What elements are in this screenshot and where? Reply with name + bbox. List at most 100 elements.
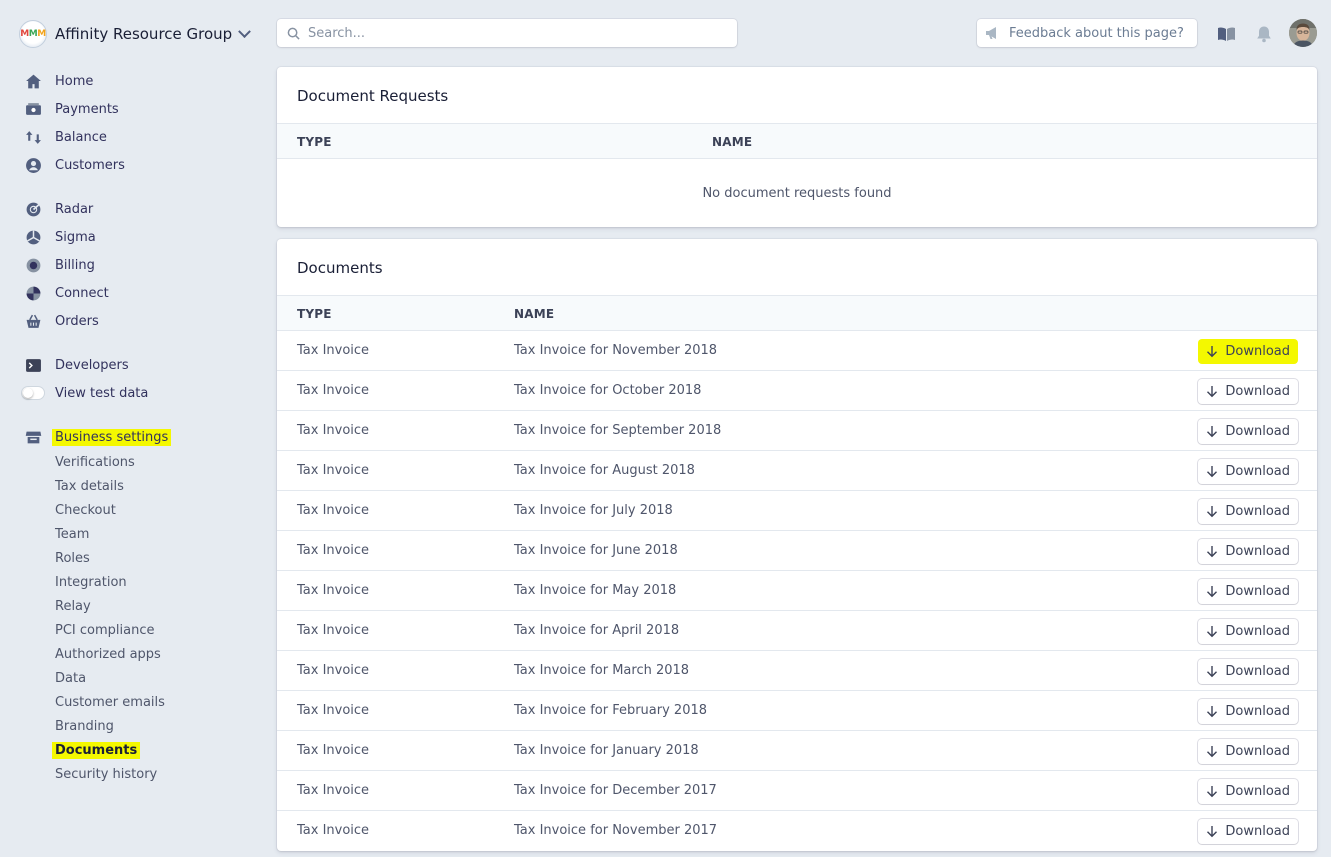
settings-security-history[interactable]: Security history	[55, 765, 157, 785]
download-label: Download	[1225, 424, 1290, 439]
table-row: Tax Invoice Tax Invoice for December 2017…	[277, 771, 1317, 811]
settings-authorized-apps[interactable]: Authorized apps	[55, 645, 161, 665]
avatar[interactable]	[1289, 19, 1317, 47]
nav-payments[interactable]: Payments	[24, 98, 119, 120]
download-button[interactable]: Download	[1198, 819, 1298, 844]
balance-icon	[24, 128, 42, 146]
download-label: Download	[1225, 784, 1290, 799]
download-label: Download	[1225, 384, 1290, 399]
document-name: Tax Invoice for November 2017	[514, 823, 718, 838]
document-type: Tax Invoice	[297, 383, 370, 398]
settings-verifications[interactable]: Verifications	[55, 453, 135, 473]
settings-branding[interactable]: Branding	[55, 717, 114, 737]
nav-business-settings[interactable]: Business settings	[24, 426, 172, 448]
arrow-down-icon	[1206, 745, 1218, 758]
search-input[interactable]	[308, 25, 708, 41]
sigma-icon	[24, 228, 42, 246]
document-type: Tax Invoice	[297, 463, 370, 478]
download-label: Download	[1225, 624, 1290, 639]
settings-data[interactable]: Data	[55, 669, 86, 689]
nav-label: Orders	[55, 313, 99, 329]
nav-balance[interactable]: Balance	[24, 126, 107, 148]
empty-state-message: No document requests found	[702, 185, 892, 201]
download-button[interactable]: Download	[1198, 779, 1298, 804]
settings-integration[interactable]: Integration	[55, 573, 127, 593]
download-button[interactable]: Download	[1198, 539, 1298, 564]
nav-orders[interactable]: Orders	[24, 310, 99, 332]
document-name: Tax Invoice for October 2018	[514, 383, 702, 398]
nav-radar[interactable]: Radar	[24, 198, 93, 220]
search-bar[interactable]	[277, 19, 737, 47]
settings-roles[interactable]: Roles	[55, 549, 90, 569]
document-type: Tax Invoice	[297, 543, 370, 558]
table-row: Tax Invoice Tax Invoice for July 2018 Down…	[277, 491, 1317, 531]
nav-label: View test data	[55, 385, 149, 401]
settings-customer-emails[interactable]: Customer emails	[55, 693, 165, 713]
home-icon	[24, 72, 42, 90]
download-button[interactable]: Download	[1198, 579, 1298, 604]
megaphone-icon	[985, 26, 1001, 40]
download-button[interactable]: Download	[1198, 619, 1298, 644]
orders-icon	[24, 312, 42, 330]
terminal-icon	[24, 356, 42, 374]
account-switcher[interactable]: MMM Affinity Resource Group	[19, 19, 252, 49]
document-name: Tax Invoice for August 2018	[514, 463, 695, 478]
arrow-down-icon	[1206, 625, 1218, 638]
table-header: TYPE NAME	[277, 295, 1317, 331]
arrow-down-icon	[1206, 585, 1218, 598]
account-name: Affinity Resource Group	[55, 25, 233, 43]
arrow-down-icon	[1206, 705, 1218, 718]
document-name: Tax Invoice for May 2018	[514, 583, 677, 598]
nav-connect[interactable]: Connect	[24, 282, 109, 304]
toggle-switch[interactable]	[21, 386, 45, 400]
document-name: Tax Invoice for July 2018	[514, 503, 673, 518]
arrow-down-icon	[1206, 665, 1218, 678]
feedback-label: Feedback about this page?	[1009, 25, 1184, 41]
document-type: Tax Invoice	[297, 743, 370, 758]
table-row: Tax Invoice Tax Invoice for November 2017…	[277, 811, 1317, 851]
account-logo: MMM	[19, 20, 47, 48]
document-requests-title: Document Requests	[297, 87, 449, 105]
feedback-button[interactable]: Feedback about this page?	[977, 19, 1197, 47]
download-label: Download	[1225, 744, 1290, 759]
settings-checkout[interactable]: Checkout	[55, 501, 116, 521]
nav-billing[interactable]: Billing	[24, 254, 95, 276]
settings-team[interactable]: Team	[55, 525, 89, 545]
arrow-down-icon	[1206, 785, 1218, 798]
document-type: Tax Invoice	[297, 703, 370, 718]
download-button[interactable]: Download	[1198, 699, 1298, 724]
download-button[interactable]: Download	[1198, 419, 1298, 444]
download-button[interactable]: Download	[1198, 499, 1298, 524]
download-button[interactable]: Download	[1198, 739, 1298, 764]
document-type: Tax Invoice	[297, 663, 370, 678]
view-test-data-toggle[interactable]: View test data	[21, 382, 149, 404]
bell-icon[interactable]	[1254, 24, 1274, 44]
settings-documents[interactable]: Documents	[52, 741, 141, 761]
column-name: NAME	[712, 135, 753, 149]
nav-label: Connect	[55, 285, 109, 301]
nav-customers[interactable]: Customers	[24, 154, 125, 176]
settings-relay[interactable]: Relay	[55, 597, 91, 617]
chevron-down-icon	[238, 24, 252, 38]
nav-label: Payments	[55, 101, 119, 117]
download-label: Download	[1225, 344, 1290, 359]
document-type: Tax Invoice	[297, 583, 370, 598]
arrow-down-icon	[1206, 505, 1218, 518]
settings-tax-details[interactable]: Tax details	[55, 477, 124, 497]
download-button[interactable]: Download	[1198, 459, 1298, 484]
arrow-down-icon	[1206, 545, 1218, 558]
download-button[interactable]: Download	[1198, 339, 1298, 364]
nav-developers[interactable]: Developers	[24, 354, 129, 376]
nav-home[interactable]: Home	[24, 70, 93, 92]
nav-sigma[interactable]: Sigma	[24, 226, 96, 248]
table-row: Tax Invoice Tax Invoice for April 2018 Dow…	[277, 611, 1317, 651]
download-label: Download	[1225, 544, 1290, 559]
download-button[interactable]: Download	[1198, 379, 1298, 404]
settings-pci-compliance[interactable]: PCI compliance	[55, 621, 154, 641]
connect-icon	[24, 284, 42, 302]
radar-icon	[24, 200, 42, 218]
document-type: Tax Invoice	[297, 823, 370, 838]
download-button[interactable]: Download	[1198, 659, 1298, 684]
table-row: Tax Invoice Tax Invoice for October 2018 D…	[277, 371, 1317, 411]
docs-book-icon[interactable]	[1216, 24, 1236, 44]
